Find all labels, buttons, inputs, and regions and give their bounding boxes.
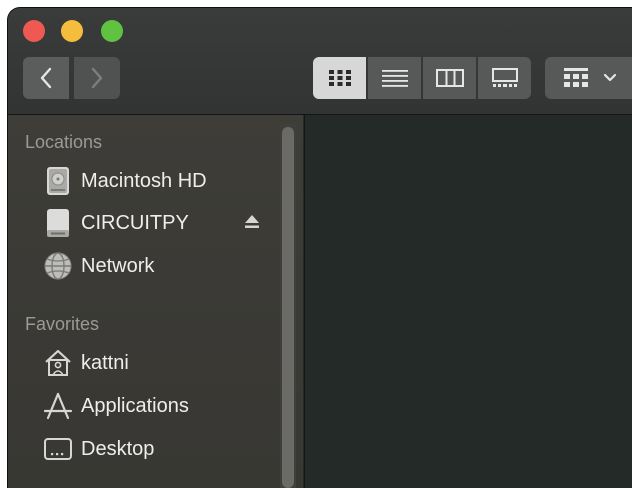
sidebar-item-desktop[interactable]: Desktop bbox=[41, 432, 154, 466]
forward-button[interactable] bbox=[74, 57, 120, 99]
eject-icon[interactable] bbox=[242, 212, 262, 232]
favorites-header: Favorites bbox=[25, 314, 100, 334]
sidebar-item-label: Applications bbox=[81, 394, 189, 417]
hard-drive-icon bbox=[41, 164, 75, 198]
sidebar-item-label: CIRCUITPY bbox=[81, 211, 189, 234]
external-drive-icon bbox=[41, 206, 75, 240]
applications-icon bbox=[41, 389, 75, 423]
sidebar-item-label: Desktop bbox=[81, 437, 155, 460]
desktop-icon bbox=[41, 432, 75, 466]
close-button[interactable] bbox=[23, 20, 45, 42]
back-button[interactable] bbox=[23, 57, 69, 99]
sidebar-scrollbar[interactable] bbox=[282, 127, 294, 488]
sidebar-item-applications[interactable]: Applications bbox=[41, 389, 189, 423]
sidebar-item-macintosh-hd[interactable]: Macintosh HD bbox=[41, 164, 207, 198]
globe-icon bbox=[41, 249, 75, 283]
chevron-left-icon bbox=[40, 67, 52, 89]
sidebar-item-label: Network bbox=[81, 254, 155, 277]
gallery-icon bbox=[491, 68, 518, 87]
column-view-button[interactable] bbox=[423, 57, 476, 99]
sidebar-item-label: Macintosh HD bbox=[81, 169, 207, 192]
list-view-button[interactable] bbox=[368, 57, 421, 99]
icon-view-button[interactable] bbox=[313, 57, 366, 99]
sidebar-item-circuitpy[interactable]: CIRCUITPY bbox=[41, 206, 189, 240]
home-icon bbox=[41, 346, 75, 380]
file-content-area[interactable] bbox=[304, 115, 632, 488]
minimize-button[interactable] bbox=[61, 20, 83, 42]
zoom-button[interactable] bbox=[101, 20, 123, 42]
grid-icon bbox=[328, 70, 351, 86]
sidebar-item-label: kattni bbox=[81, 351, 129, 374]
sidebar-item-network[interactable]: Network bbox=[41, 249, 154, 283]
view-switcher bbox=[313, 57, 531, 99]
toolbar bbox=[8, 8, 632, 115]
sidebar-item-kattni[interactable]: kattni bbox=[41, 346, 129, 380]
list-icon bbox=[381, 70, 408, 87]
locations-header: Locations bbox=[25, 132, 103, 152]
group-by-button[interactable] bbox=[545, 57, 632, 99]
gallery-view-button[interactable] bbox=[478, 57, 531, 99]
columns-icon bbox=[435, 69, 464, 87]
finder-window: Locations Macintosh HD CIRCUITPY Network… bbox=[8, 8, 632, 488]
group-icon bbox=[564, 68, 588, 87]
chevron-right-icon bbox=[91, 67, 103, 89]
chevron-down-icon bbox=[603, 73, 617, 82]
